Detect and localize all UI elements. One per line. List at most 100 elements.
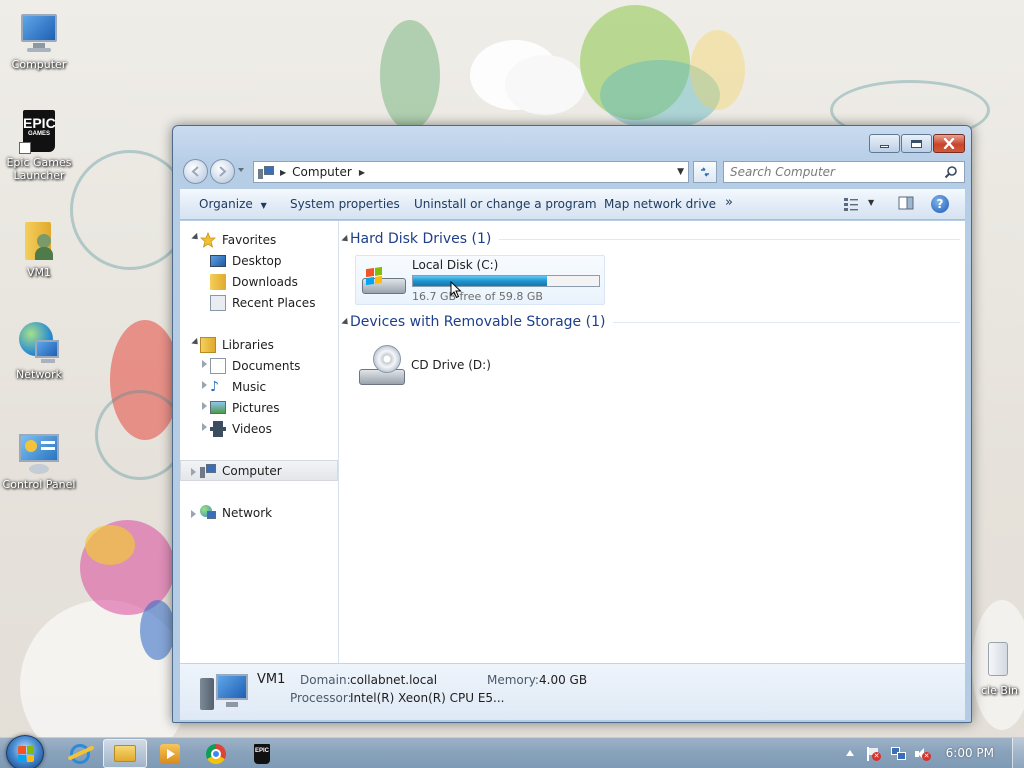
desktop-icon-control-panel[interactable]: Control Panel	[1, 432, 77, 491]
more-commands-button[interactable]: »	[725, 195, 733, 210]
drive-cd-d[interactable]: CD Drive (D:)	[355, 339, 515, 389]
search-box[interactable]	[723, 161, 965, 183]
group-header-hard-disk[interactable]: Hard Disk Drives (1)	[350, 231, 960, 247]
system-properties-button[interactable]: System properties	[290, 197, 400, 211]
desktop-icon-label: Control Panel	[2, 478, 76, 491]
search-input[interactable]	[724, 162, 934, 182]
drive-cd-name: CD Drive (D:)	[411, 358, 491, 372]
nav-downloads-label: Downloads	[232, 274, 298, 289]
forward-button[interactable]	[210, 159, 235, 184]
back-button[interactable]	[183, 159, 208, 184]
show-desktop-button[interactable]	[1012, 738, 1024, 768]
explorer-window[interactable]: ▶ Computer ▶ ▼ Organize ▼ System propert…	[172, 125, 972, 723]
nav-music[interactable]: ♪ Music	[180, 376, 338, 397]
maximize-button[interactable]	[901, 134, 932, 153]
minimize-button[interactable]	[869, 134, 900, 153]
breadcrumb-separator-icon[interactable]: ▶	[280, 168, 286, 177]
organize-button[interactable]: Organize ▼	[199, 197, 267, 211]
close-button[interactable]	[933, 134, 965, 153]
start-button[interactable]	[6, 735, 44, 768]
mouse-cursor-icon	[450, 281, 462, 299]
back-arrow-icon	[191, 166, 199, 177]
desktop-icon-label: Epic Games Launcher	[6, 156, 72, 182]
media-player-icon	[160, 743, 180, 764]
nav-favorites-label: Favorites	[222, 232, 277, 247]
help-button[interactable]: ?	[931, 195, 949, 213]
nav-documents[interactable]: Documents	[180, 355, 338, 376]
computer-small-icon	[200, 463, 216, 479]
volume-muted-icon[interactable]: ✕	[915, 747, 931, 761]
view-options-icon	[844, 198, 858, 211]
pictures-icon	[210, 401, 226, 414]
nav-pictures-label: Pictures	[232, 400, 280, 415]
chrome-icon	[206, 743, 226, 764]
desktop-icon-vm1[interactable]: VM1	[1, 220, 77, 279]
taskbar-media-player[interactable]	[148, 739, 192, 768]
change-view-button[interactable]	[843, 197, 859, 214]
group-divider	[499, 238, 960, 240]
drive-local-disk-c[interactable]: Local Disk (C:) 16.7 GB free of 59.8 GB	[355, 255, 605, 305]
search-icon[interactable]	[944, 165, 958, 179]
map-network-drive-button[interactable]: Map network drive	[604, 197, 716, 211]
view-dropdown-chevron-icon[interactable]: ▼	[868, 198, 874, 207]
refresh-button[interactable]	[693, 161, 717, 183]
drive-local-disk-name: Local Disk (C:)	[412, 258, 499, 272]
uninstall-program-button[interactable]: Uninstall or change a program	[414, 197, 597, 211]
wallpaper-leaf	[690, 30, 745, 110]
maximize-icon	[911, 139, 922, 148]
taskbar: EPIC ✕ ✕ 6:00 PM	[0, 735, 1024, 768]
nav-downloads[interactable]: Downloads	[180, 271, 338, 292]
show-hidden-icons-button[interactable]	[846, 750, 854, 756]
desktop-icon-network[interactable]: Network	[1, 322, 77, 381]
nav-computer[interactable]: Computer	[180, 460, 338, 481]
nav-desktop[interactable]: Desktop	[180, 250, 338, 271]
wallpaper-cloud	[505, 55, 585, 115]
internet-explorer-icon	[67, 743, 95, 764]
nav-libraries-label: Libraries	[222, 337, 274, 352]
drive-usage-bar	[412, 275, 600, 287]
desktop-icon-computer[interactable]: Computer	[1, 12, 77, 71]
nav-documents-label: Documents	[232, 358, 301, 373]
nav-libraries[interactable]: Libraries	[180, 334, 338, 355]
nav-favorites[interactable]: Favorites	[180, 229, 338, 250]
recent-pages-chevron-icon[interactable]	[238, 168, 244, 172]
close-icon	[943, 138, 955, 149]
nav-pictures[interactable]: Pictures	[180, 397, 338, 418]
nav-network[interactable]: Network	[180, 502, 338, 523]
documents-icon	[210, 357, 226, 374]
address-dropdown-icon[interactable]: ▼	[677, 167, 684, 177]
nav-videos[interactable]: Videos	[180, 418, 338, 439]
chevron-down-icon: ▼	[260, 201, 267, 210]
group-header-removable[interactable]: Devices with Removable Storage (1)	[350, 314, 960, 330]
taskbar-windows-explorer[interactable]	[103, 739, 147, 768]
file-list[interactable]: Hard Disk Drives (1) Local Disk (C:) 16.…	[340, 221, 965, 663]
network-status-icon[interactable]	[891, 747, 907, 761]
wallpaper-fish	[85, 525, 135, 565]
breadcrumb-separator-icon[interactable]: ▶	[359, 168, 365, 177]
taskbar-internet-explorer[interactable]	[58, 739, 102, 768]
drive-local-disk-usage: 16.7 GB free of 59.8 GB	[412, 290, 543, 303]
taskbar-epic-games[interactable]: EPIC	[240, 739, 284, 768]
address-bar[interactable]: ▶ Computer ▶ ▼	[253, 161, 689, 183]
breadcrumb-computer[interactable]: Computer	[292, 165, 352, 179]
nav-network-label: Network	[222, 505, 273, 520]
desktop-icon-epic-games[interactable]: EPIC GAMES Epic Games Launcher	[1, 110, 77, 182]
group-header-hard-disk-label: Hard Disk Drives (1)	[350, 231, 492, 247]
processor-label: Processor:	[290, 691, 352, 705]
content-area: Favorites Desktop Downloads Recent Place…	[180, 221, 965, 663]
expand-computer-icon[interactable]	[191, 468, 196, 476]
taskbar-chrome[interactable]	[194, 739, 238, 768]
nav-music-label: Music	[232, 379, 267, 394]
star-icon	[200, 231, 216, 248]
action-center-flag-icon[interactable]: ✕	[866, 747, 881, 761]
navigation-pane[interactable]: Favorites Desktop Downloads Recent Place…	[180, 221, 339, 663]
preview-pane-button[interactable]	[898, 196, 914, 213]
network-globe-icon	[17, 322, 61, 366]
taskbar-clock[interactable]: 6:00 PM	[946, 746, 994, 760]
nav-recent-places[interactable]: Recent Places	[180, 292, 338, 313]
desktop-icon-label: VM1	[26, 266, 51, 279]
group-header-removable-label: Devices with Removable Storage (1)	[350, 314, 606, 330]
processor-value: Intel(R) Xeon(R) CPU E5...	[350, 691, 505, 705]
computer-name: VM1	[257, 672, 286, 687]
network-icon	[200, 504, 216, 521]
